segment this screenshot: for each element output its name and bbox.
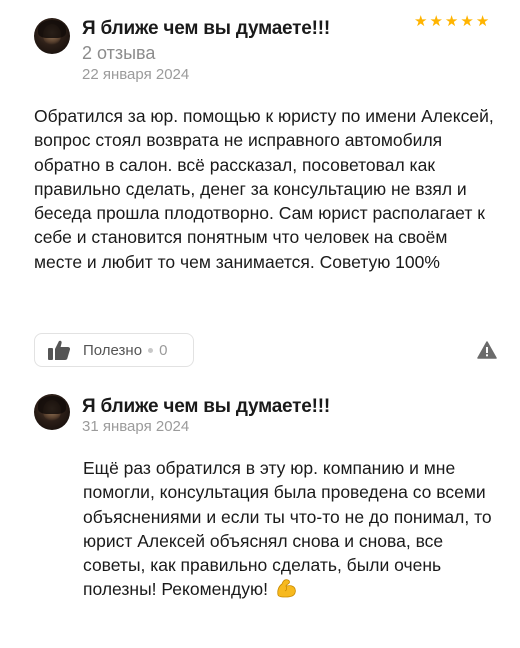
avatar[interactable]	[34, 18, 70, 54]
review-text: Обратился за юр. помощью к юристу по име…	[34, 106, 494, 272]
thumbs-up-icon	[48, 340, 71, 360]
separator-dot	[148, 347, 154, 353]
author-review-count: 2 отзыва	[82, 43, 156, 63]
helpful-label: Полезно	[83, 341, 143, 359]
author-name[interactable]: Я ближе чем вы думаете!!!	[82, 18, 330, 40]
star-icon: ★	[444, 13, 459, 30]
star-icon: ★	[429, 13, 443, 30]
helpful-button[interactable]: Полезно 0	[34, 333, 194, 367]
star-icon: ★	[460, 13, 474, 30]
warning-icon[interactable]	[477, 341, 497, 359]
helpful-count: 0	[159, 341, 168, 359]
avatar[interactable]	[34, 394, 70, 430]
star-rating: ★ ★ ★ ★ ★	[414, 14, 489, 29]
review-text: Ещё раз обратился в эту юр. компанию и м…	[83, 456, 503, 602]
star-icon: ★	[475, 13, 490, 30]
review-date: 31 января 2024	[82, 418, 190, 435]
flexed-biceps-icon	[277, 579, 296, 598]
star-icon: ★	[414, 13, 428, 30]
review-date: 22 января 2024	[82, 66, 190, 83]
author-name[interactable]: Я ближе чем вы думаете!!!	[82, 396, 330, 418]
